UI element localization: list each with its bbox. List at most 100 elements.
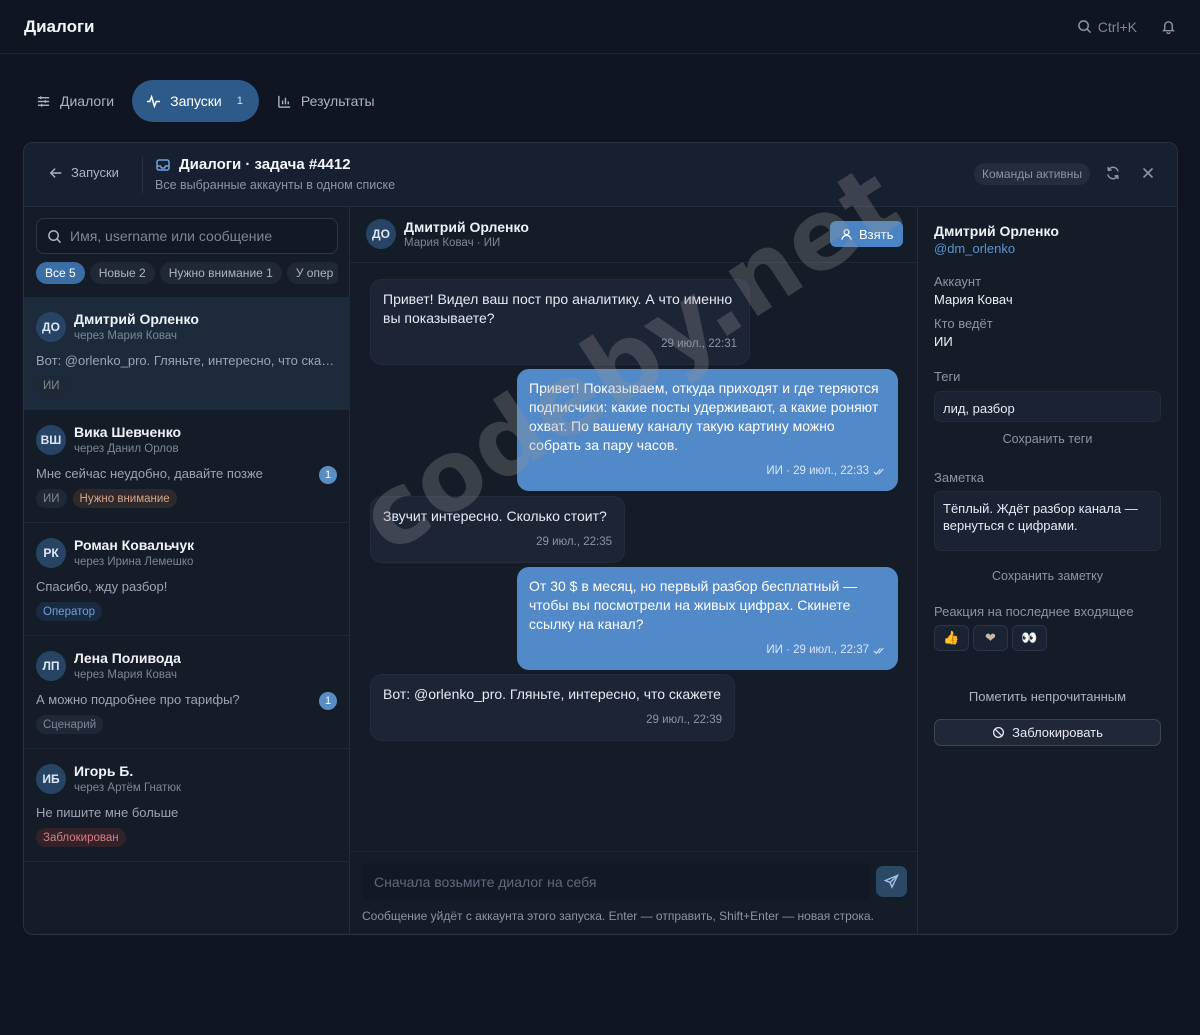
mark-unread-button[interactable]: Пометить непрочитанным bbox=[934, 689, 1161, 704]
avatar: ИБ bbox=[36, 764, 66, 794]
ban-icon bbox=[992, 726, 1005, 739]
app-title: Диалоги bbox=[24, 16, 95, 36]
filter-attention[interactable]: Нужно внимание 1 bbox=[159, 262, 282, 284]
conversation-name: Игорь Б. bbox=[74, 763, 134, 779]
reaction-eyes[interactable]: 👀 bbox=[1012, 625, 1047, 651]
conversation-search[interactable] bbox=[36, 218, 338, 254]
message-time: 29 июл., 22:31 bbox=[661, 338, 737, 350]
conversation-preview: А можно подробнее про тарифы? bbox=[36, 692, 240, 707]
save-tags-button[interactable]: Сохранить теги bbox=[934, 432, 1161, 446]
tags-input[interactable]: лид, разбор bbox=[934, 391, 1161, 422]
message-text: Вот: @orlenko_pro. Гляньте, интересно, ч… bbox=[383, 686, 721, 702]
conversation-item[interactable]: ВШ Вика Шевченко через Данил Орлов Мне с… bbox=[24, 410, 350, 523]
composer: Сначала возьмите диалог на себя Сообщени… bbox=[350, 851, 917, 934]
conversation-via: через Ирина Лемешко bbox=[74, 556, 194, 568]
filter-operator[interactable]: У опер bbox=[286, 262, 338, 284]
tag-operator: Оператор bbox=[36, 602, 103, 621]
arrow-left-icon bbox=[49, 166, 63, 180]
tab-dialogs[interactable]: Диалоги bbox=[24, 80, 126, 122]
block-button[interactable]: Заблокировать bbox=[934, 719, 1161, 746]
chat-contact-sub: Мария Ковач · ИИ bbox=[404, 237, 501, 249]
conversation-preview: Вот: @orlenko_pro. Гляньте, интересно, ч… bbox=[36, 353, 338, 368]
tab-launches-count: 1 bbox=[236, 95, 243, 107]
details-username-link[interactable]: @dm_orlenko bbox=[934, 241, 1015, 256]
commands-status-badge: Команды активны bbox=[974, 163, 1091, 185]
conversation-via: через Мария Ковач bbox=[74, 669, 177, 681]
block-label: Заблокировать bbox=[1012, 725, 1103, 740]
note-textarea[interactable]: Тёплый. Ждёт разбор канала — вернуться с… bbox=[934, 491, 1161, 551]
message-input[interactable]: Сначала возьмите диалог на себя bbox=[362, 863, 870, 901]
bell-icon[interactable] bbox=[1161, 19, 1176, 34]
conversation-preview: Мне сейчас неудобно, давайте позже bbox=[36, 466, 263, 481]
message-time: 29 июл., 22:35 bbox=[536, 536, 612, 548]
double-check-icon bbox=[873, 646, 886, 655]
conversation-name: Вика Шевченко bbox=[74, 424, 182, 440]
dialogs-panel: Запуски Диалоги · задача #4412 Все выбра… bbox=[23, 142, 1178, 935]
tab-results[interactable]: Результаты bbox=[265, 80, 387, 122]
account-value: Мария Ковач bbox=[934, 292, 1013, 307]
tag-blocked: Заблокирован bbox=[36, 828, 126, 847]
message-time: 29 июл., 22:39 bbox=[646, 714, 722, 726]
search-icon bbox=[47, 229, 62, 244]
details-name: Дмитрий Орленко bbox=[934, 223, 1059, 239]
message-incoming: Звучит интересно. Сколько стоит? 29 июл.… bbox=[370, 496, 625, 563]
avatar: ЛП bbox=[36, 651, 66, 681]
avatar: ДО bbox=[366, 219, 396, 249]
tab-results-label: Результаты bbox=[300, 93, 375, 109]
top-bar: Диалоги Ctrl+K bbox=[0, 0, 1200, 54]
account-label: Аккаунт bbox=[934, 274, 982, 289]
conversation-item[interactable]: ИБ Игорь Б. через Артём Гнатюк Не пишите… bbox=[24, 749, 350, 862]
send-icon bbox=[884, 874, 899, 889]
close-icon[interactable] bbox=[1140, 165, 1156, 181]
refresh-icon[interactable] bbox=[1105, 165, 1121, 181]
conversation-item[interactable]: ДО Дмитрий Орленко через Мария Ковач Вот… bbox=[24, 297, 350, 410]
tab-dialogs-label: Диалоги bbox=[60, 93, 115, 109]
inbox-icon bbox=[155, 157, 171, 173]
chat-header: ДО Дмитрий Орленко Мария Ковач · ИИ Взят… bbox=[350, 207, 917, 263]
message-outgoing: От 30 $ в месяц, но первый разбор беспла… bbox=[517, 567, 898, 670]
avatar: ДО bbox=[36, 312, 66, 342]
filter-all[interactable]: Все 5 bbox=[36, 262, 85, 284]
avatar: РК bbox=[36, 538, 66, 568]
filter-chips: Все 5 Новые 2 Нужно внимание 1 У опер bbox=[36, 262, 338, 284]
unread-badge: 1 bbox=[319, 692, 337, 710]
filter-new[interactable]: Новые 2 bbox=[89, 262, 155, 284]
chat-area: ДО Дмитрий Орленко Мария Ковач · ИИ Взят… bbox=[350, 207, 918, 934]
conversation-via: через Данил Орлов bbox=[74, 443, 179, 455]
take-dialog-button[interactable]: Взять bbox=[830, 221, 904, 247]
shortcut-label: Ctrl+K bbox=[1097, 18, 1137, 35]
owner-value: ИИ bbox=[934, 334, 953, 349]
back-button[interactable]: Запуски bbox=[49, 165, 119, 180]
conversation-search-input[interactable] bbox=[70, 228, 327, 244]
tag-ai: ИИ bbox=[36, 489, 67, 508]
conversation-list: ДО Дмитрий Орленко через Мария Ковач Вот… bbox=[24, 297, 350, 862]
tags-label: Теги bbox=[934, 369, 961, 384]
reaction-heart[interactable]: ❤ bbox=[973, 625, 1008, 651]
avatar: ВШ bbox=[36, 425, 66, 455]
conversation-sidebar: Все 5 Новые 2 Нужно внимание 1 У опер ДО… bbox=[24, 207, 350, 934]
chat-contact-name: Дмитрий Орленко bbox=[404, 219, 529, 235]
message-time: ИИ · 29 июл., 22:33 bbox=[766, 465, 869, 477]
reaction-buttons: 👍 ❤ 👀 bbox=[934, 625, 1047, 651]
contact-details: Дмитрий Орленко @dm_orlenko Аккаунт Мари… bbox=[918, 207, 1177, 934]
note-label: Заметка bbox=[934, 470, 984, 485]
message-incoming: Вот: @orlenko_pro. Гляньте, интересно, ч… bbox=[370, 674, 735, 741]
conversation-name: Дмитрий Орленко bbox=[74, 311, 199, 327]
reaction-label: Реакция на последнее входящее bbox=[934, 604, 1134, 619]
tag-scenario: Сценарий bbox=[36, 715, 104, 734]
message-incoming: Привет! Видел ваш пост про аналитику. А … bbox=[370, 279, 750, 365]
message-text: От 30 $ в месяц, но первый разбор беспла… bbox=[529, 578, 858, 632]
message-outgoing: Привет! Показываем, откуда приходят и гд… bbox=[517, 369, 898, 491]
main-tabs: Диалоги Запуски 1 Результаты bbox=[24, 80, 387, 122]
conversation-via: через Мария Ковач bbox=[74, 330, 177, 342]
send-button[interactable] bbox=[876, 866, 907, 897]
conversation-name: Лена Поливода bbox=[74, 650, 181, 666]
conversation-preview: Не пишите мне больше bbox=[36, 805, 179, 820]
reaction-thumbs-up[interactable]: 👍 bbox=[934, 625, 969, 651]
global-search-button[interactable]: Ctrl+K bbox=[1077, 19, 1137, 35]
tab-launches[interactable]: Запуски 1 bbox=[132, 80, 259, 122]
save-note-button[interactable]: Сохранить заметку bbox=[934, 569, 1161, 583]
conversation-item[interactable]: ЛП Лена Поливода через Мария Ковач А мож… bbox=[24, 636, 350, 749]
message-text: Привет! Показываем, откуда приходят и гд… bbox=[529, 380, 879, 453]
conversation-item[interactable]: РК Роман Ковальчук через Ирина Лемешко С… bbox=[24, 523, 350, 636]
